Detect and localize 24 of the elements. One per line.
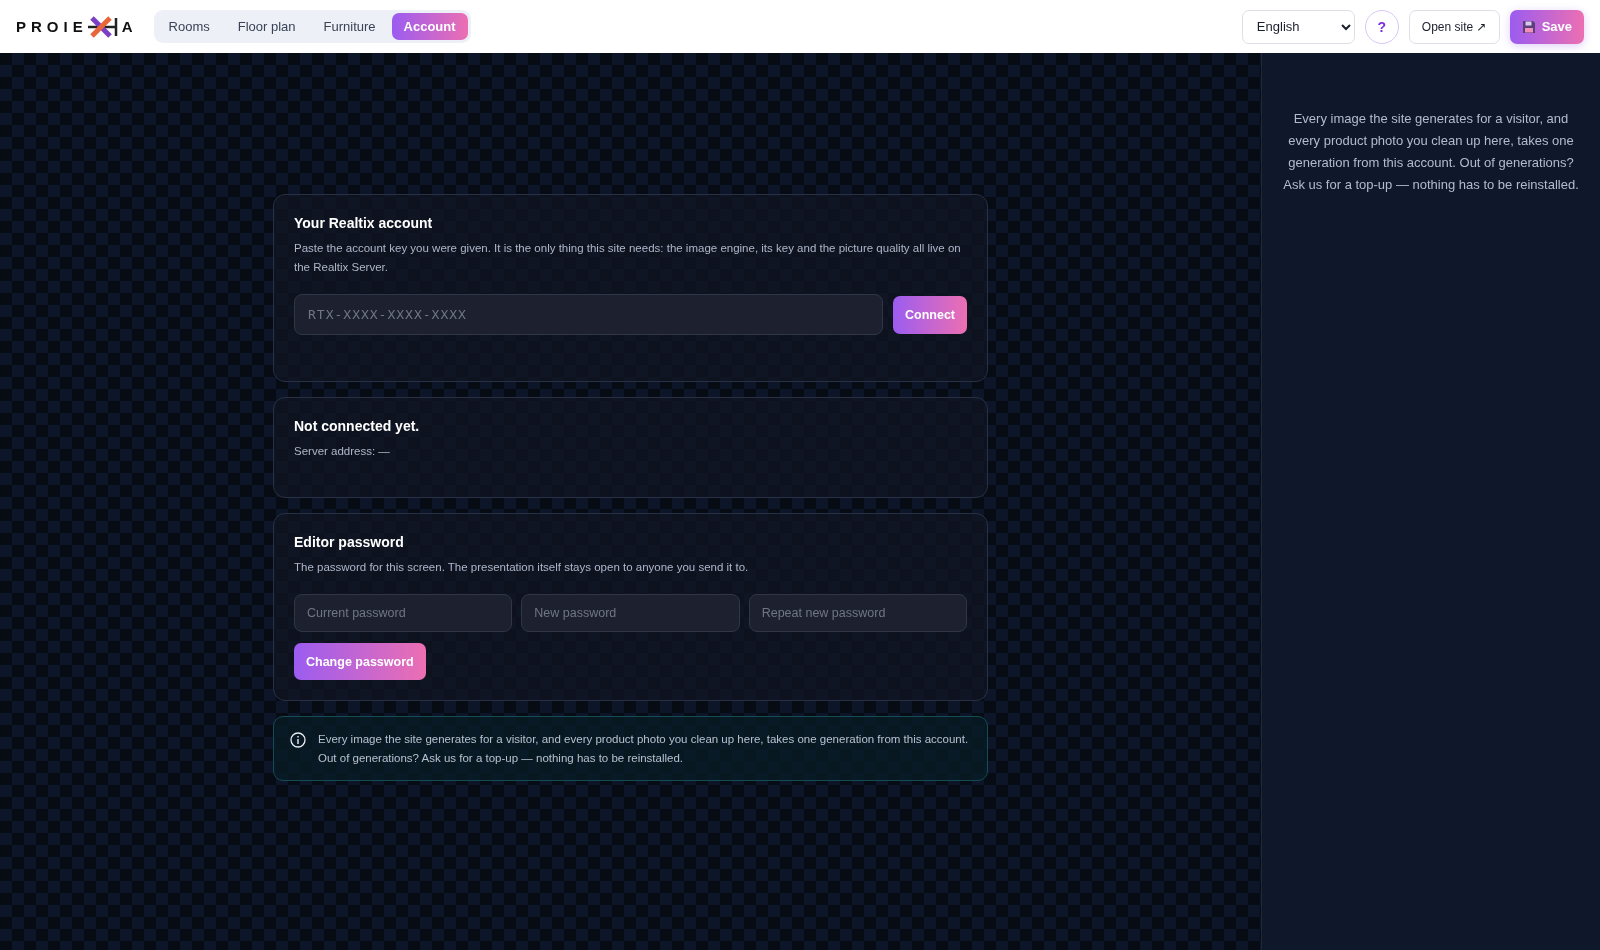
tab[interactable]: Rooms [156, 13, 222, 40]
password-field[interactable]: Current password [294, 594, 513, 632]
change-password-button[interactable]: Change password [294, 643, 426, 680]
logo-text: PROIE [16, 18, 88, 35]
server-address: Server address: — [294, 444, 391, 459]
info-icon [290, 732, 306, 748]
status-title: Not connected yet. [294, 418, 421, 434]
card-description: Paste the account key you were given. It is the only thing this site needs: the image engine, its key and the picture quality all live on the Realtix Server. [294, 241, 962, 275]
card-title: Your Realtix account [294, 215, 434, 231]
password-field[interactable]: Repeat new password [748, 594, 967, 632]
side-panel-text: Every image the site generates for a visitor, and every product photo you clean up here, takes one generation from this account. Out of generations? Ask us for a top-up — nothing has to be reinstalled. [1282, 110, 1580, 194]
logo-text: A [121, 18, 138, 35]
help-button[interactable]: ? [1364, 9, 1399, 44]
account-key-field[interactable]: RTX-XXXX-XXXX-XXXX [294, 294, 883, 335]
save-label: Save [1541, 19, 1572, 34]
open-site-button[interactable]: Open site ↗ [1408, 9, 1500, 44]
info-text: Every image the site generates for a visitor, and every product photo you clean up here, takes one generation from this account. Out of generations? Ask us for a top-up — nothing has to be reinstalled. [318, 732, 970, 766]
language-select[interactable]: English [1241, 9, 1355, 44]
card-title: Editor password [294, 534, 405, 550]
card-description: The password for this screen. The presentation itself stays open to anyone you send it to. [294, 560, 750, 575]
tab[interactable]: Furniture [311, 13, 388, 40]
password-field[interactable]: New password [521, 594, 740, 632]
tab[interactable]: Floor plan [225, 13, 308, 40]
logo-mark-icon [85, 14, 120, 39]
